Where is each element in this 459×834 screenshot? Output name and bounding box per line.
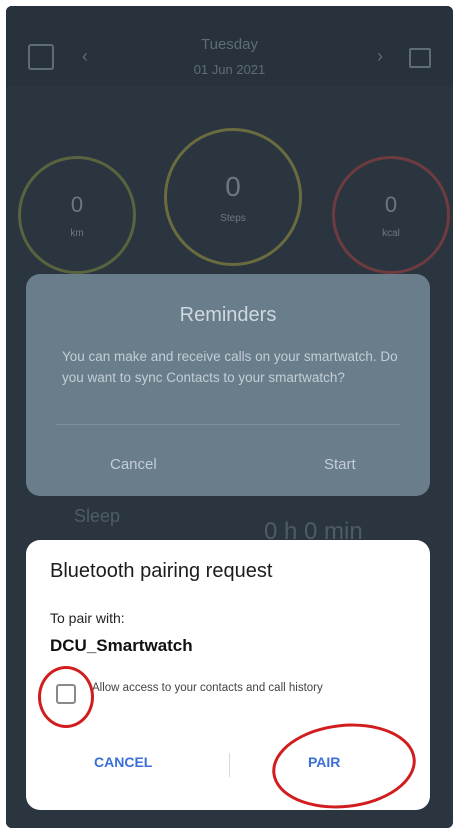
reminders-start-button[interactable]: Start [324, 456, 356, 473]
reminders-dialog: Reminders You can make and receive calls… [26, 274, 430, 496]
button-divider [229, 753, 230, 777]
device-name: DCU_Smartwatch [50, 636, 193, 655]
pair-with-label: To pair with: [50, 610, 125, 626]
pairing-title: Bluetooth pairing request [50, 560, 273, 582]
distance-value: 0 [70, 191, 84, 217]
pair-button[interactable]: PAIR [308, 754, 340, 770]
next-day-button[interactable]: › [377, 46, 383, 67]
reminders-title: Reminders [179, 304, 277, 326]
calendar-icon[interactable] [409, 48, 431, 68]
distance-label: km [70, 227, 84, 239]
date-subtitle: 01 Jun 2021 [193, 62, 266, 77]
reminders-cancel-button[interactable]: Cancel [110, 456, 157, 473]
steps-label: Steps [220, 212, 246, 224]
date-title: Tuesday [201, 36, 258, 53]
calories-ring: 0 kcal [332, 156, 450, 274]
allow-contacts-checkbox[interactable] [56, 684, 76, 704]
reminders-divider [56, 424, 400, 425]
top-bar: ‹ Tuesday 01 Jun 2021 › [6, 6, 453, 86]
sleep-label: Sleep [74, 506, 121, 526]
calories-value: 0 [384, 191, 398, 217]
distance-ring: 0 km [18, 156, 136, 274]
calories-label: kcal [382, 227, 400, 239]
bluetooth-pairing-dialog: Bluetooth pairing request To pair with: … [26, 540, 430, 810]
steps-ring: 0 Steps [164, 128, 302, 266]
reminders-message: You can make and receive calls on your s… [62, 349, 398, 385]
cancel-button[interactable]: CANCEL [94, 754, 152, 770]
steps-value: 0 [225, 170, 241, 202]
allow-contacts-label[interactable]: Allow access to your contacts and call h… [92, 680, 392, 697]
